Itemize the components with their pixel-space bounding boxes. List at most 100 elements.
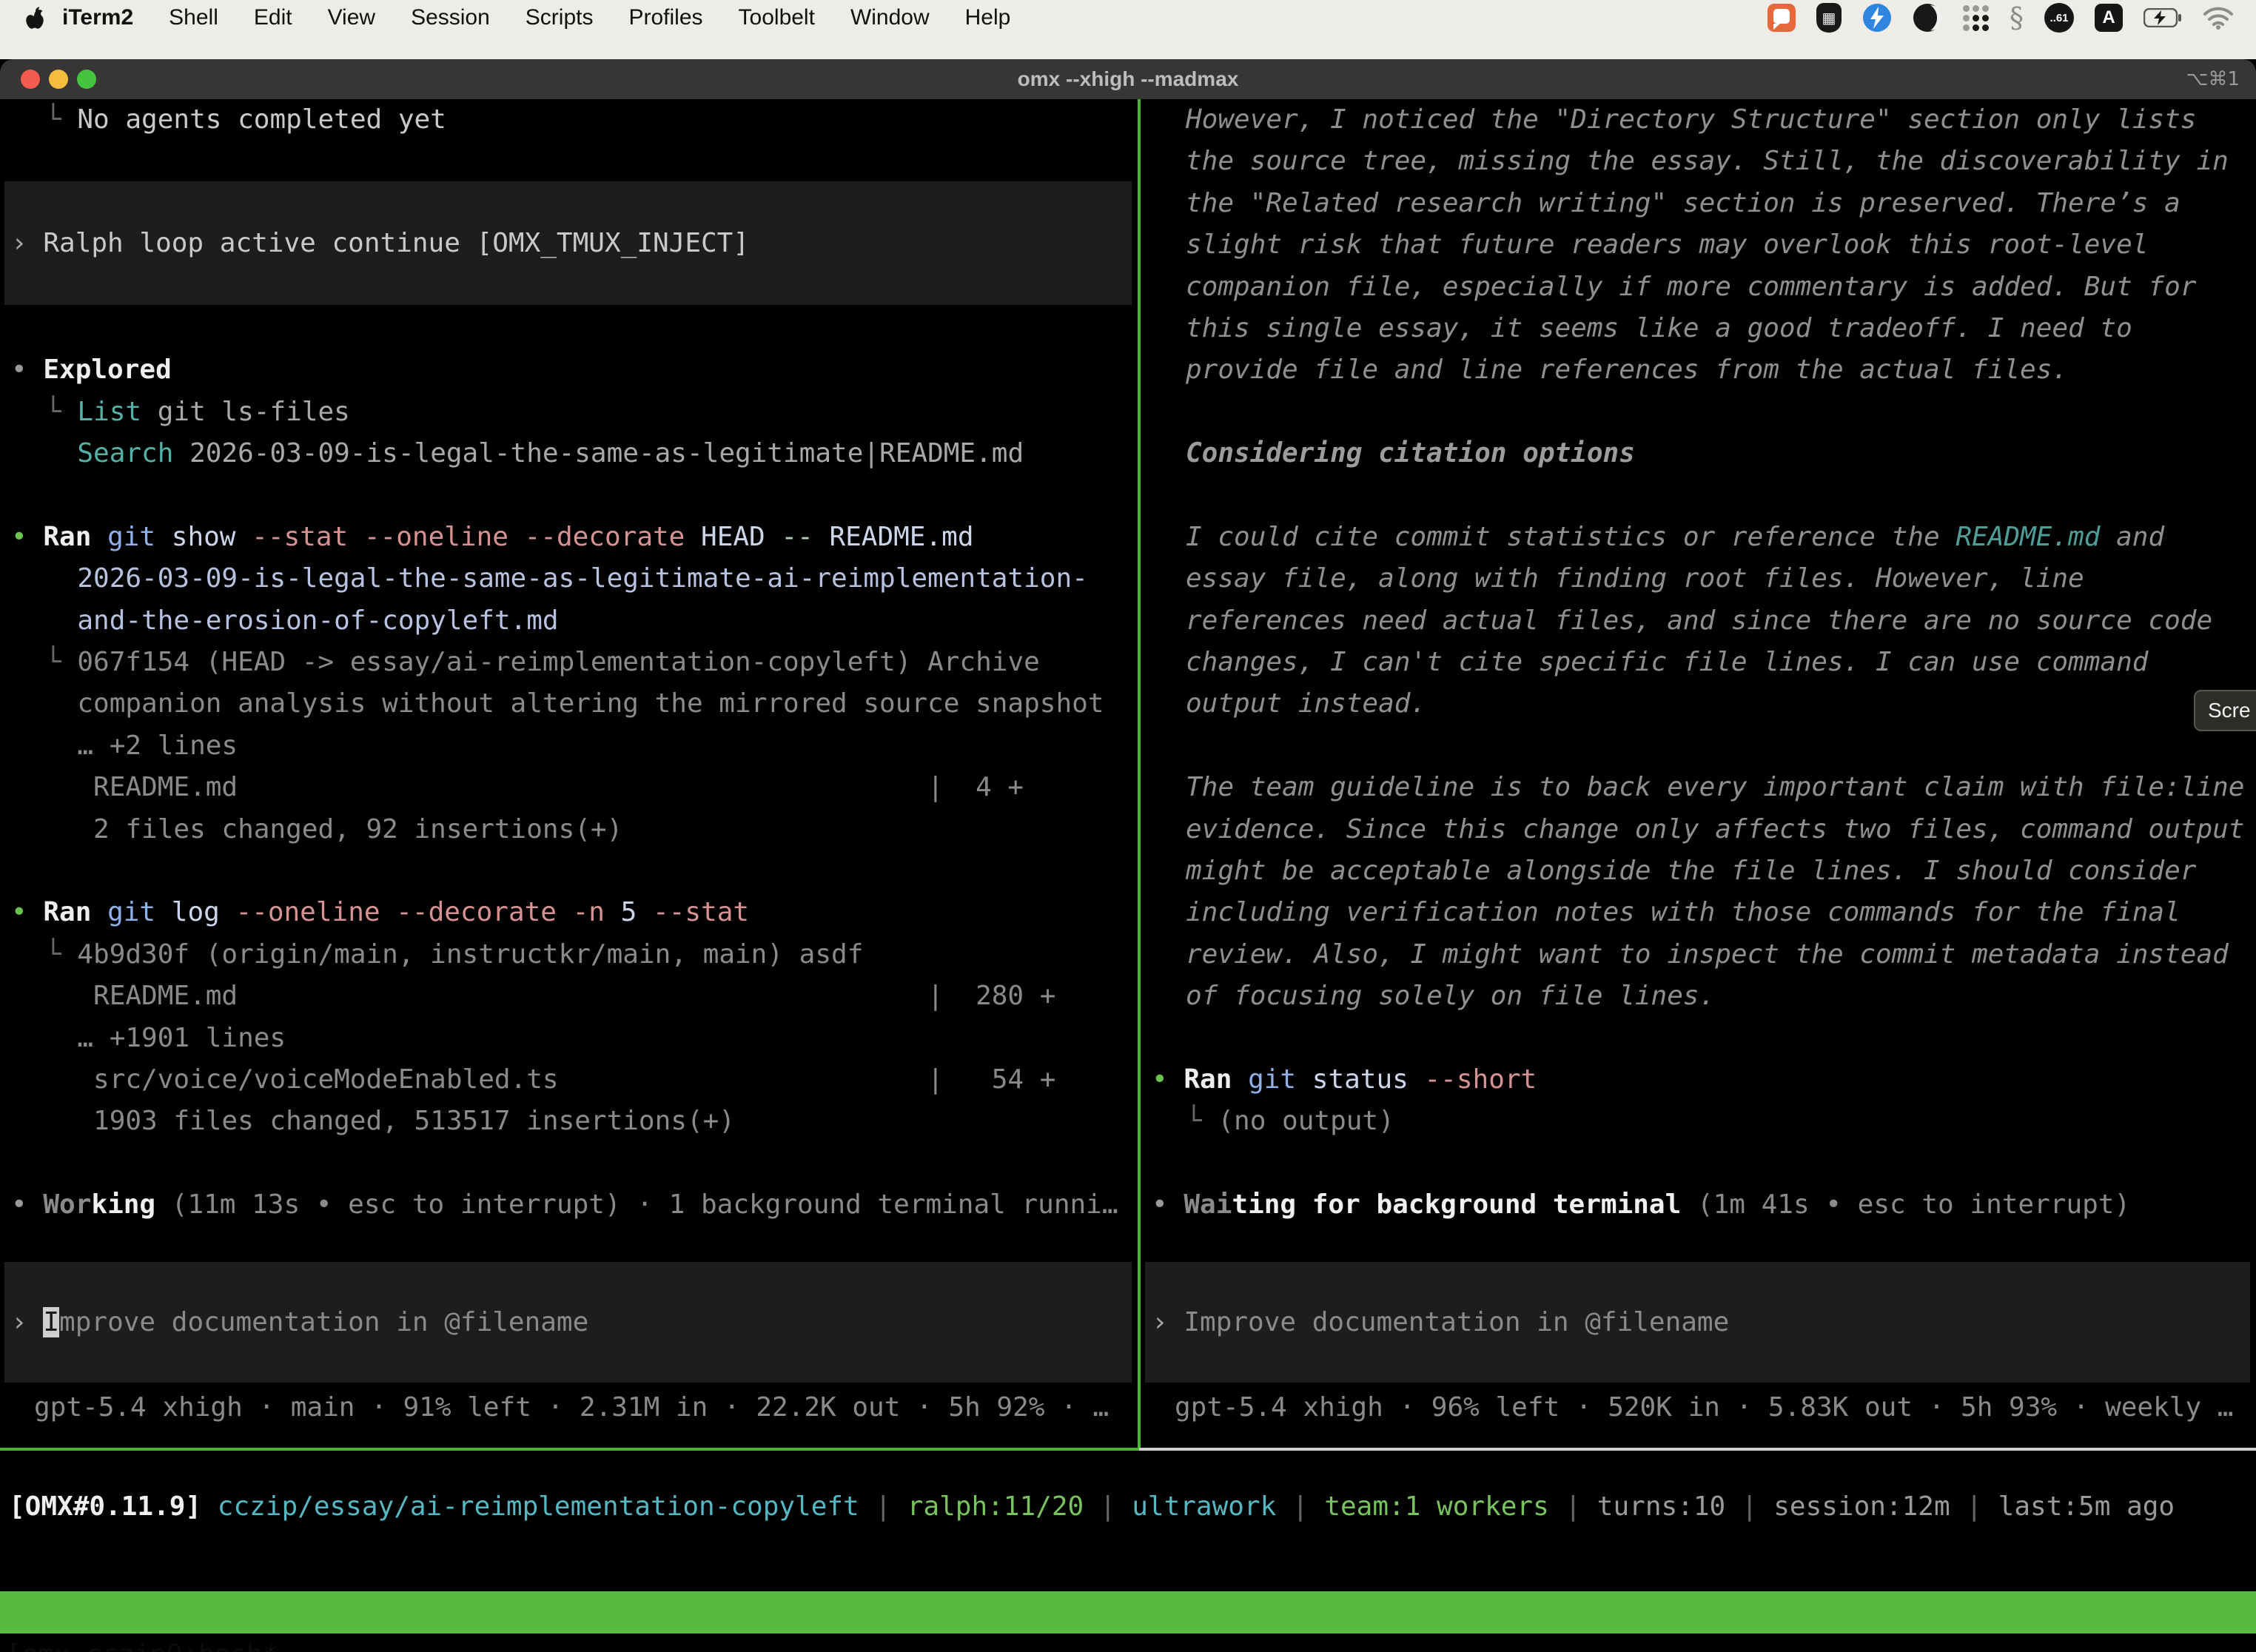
text-segment: team:1 workers: [1324, 1491, 1548, 1522]
commit-line: companion analysis without altering the …: [0, 683, 1138, 725]
ran-git-show-line: • Ran git show --stat --oneline --decora…: [0, 517, 1138, 558]
command-output-line: └ (no output): [1141, 1101, 2256, 1142]
text-segment: README.md: [1955, 522, 2100, 552]
moon-icon[interactable]: [1913, 3, 1942, 33]
text-segment: Search: [77, 438, 173, 469]
terminal-line: [0, 850, 1138, 892]
shield-icon[interactable]: ▦: [1816, 3, 1842, 33]
text-segment: README.md | 280 +: [45, 981, 1055, 1011]
thinking-line: this single essay, it seems like a good …: [1141, 308, 2256, 349]
squiggle-icon[interactable]: §: [2010, 1, 2024, 34]
text-segment: 2026-03-09-is-legal-the-same-as-legitima…: [45, 563, 1088, 594]
left-pane: └ No agents completed yet• Explored└ Lis…: [0, 99, 1138, 1451]
text-segment: [201, 1491, 218, 1522]
text-segment: including verification notes with those …: [1186, 897, 2181, 927]
agents-status-line: └ No agents completed yet: [0, 99, 1138, 141]
terminal-line: [0, 308, 1138, 349]
apple-menu-icon[interactable]: [25, 7, 44, 29]
app-grid-icon[interactable]: [1963, 5, 1989, 31]
badge-61-icon[interactable]: ..61: [2044, 3, 2074, 33]
ran-git-status-line: • Ran git status --short: [1141, 1059, 2256, 1101]
right-pane-bottom-border: [1139, 1448, 2256, 1451]
menu-item-help[interactable]: Help: [947, 5, 1029, 30]
menu-item-window[interactable]: Window: [833, 5, 947, 30]
text-segment: provide file and line references from th…: [1186, 355, 2068, 385]
text-segment: git: [107, 522, 155, 552]
text-segment: |: [1084, 1491, 1132, 1522]
window-titlebar: omx --xhigh --madmax ⌥⌘1: [0, 59, 2256, 99]
text-segment: cczip/essay/ai-reimplementation-copyleft: [218, 1491, 859, 1522]
text-segment: … +2 lines: [45, 731, 238, 761]
text-segment: ›: [11, 228, 43, 258]
text-segment: essay file, along with finding root file…: [1186, 563, 2084, 594]
text-segment: I could cite commit statistics or refere…: [1186, 522, 1955, 552]
battery-icon[interactable]: [2143, 8, 2182, 27]
diffstat-summary: 2 files changed, 92 insertions(+): [0, 809, 1138, 850]
bolt-icon[interactable]: [1862, 3, 1892, 33]
right-prompt-input[interactable]: › Improve documentation in @filename: [1145, 1262, 2250, 1383]
menu-item-session[interactable]: Session: [393, 5, 508, 30]
tmux-session-name[interactable]: [omx-cczip0:bash*: [6, 1633, 278, 1652]
thinking-line: I could cite commit statistics or refere…: [1141, 517, 2256, 558]
left-session-status: gpt-5.4 xhigh · main · 91% left · 2.31M …: [0, 1387, 1138, 1428]
text-segment: No agents completed yet: [77, 104, 446, 135]
menu-item-view[interactable]: View: [310, 5, 393, 30]
text-segment: Wor: [43, 1189, 91, 1220]
text-segment: README.md: [813, 522, 974, 552]
text-segment: The team guideline is to back every impo…: [1186, 772, 2244, 802]
thinking-line: However, I noticed the "Directory Struct…: [1141, 99, 2256, 141]
thinking-heading: Considering citation options: [1141, 433, 2256, 474]
menu-item-edit[interactable]: Edit: [236, 5, 310, 30]
text-segment: Ran: [43, 522, 91, 552]
thinking-line: output instead.: [1141, 683, 2256, 725]
screen-tooltip: Scre: [2194, 690, 2256, 731]
text-segment: •: [1152, 1189, 1184, 1220]
text-segment: [91, 897, 107, 927]
wifi-icon[interactable]: [2203, 6, 2234, 30]
text-segment: •: [1152, 1064, 1184, 1095]
text-segment: └: [45, 397, 77, 427]
explored-list-line: └ List git ls-files: [0, 392, 1138, 433]
thinking-line: The team guideline is to back every impo…: [1141, 767, 2256, 808]
menu-item-scripts[interactable]: Scripts: [508, 5, 611, 30]
text-segment: turns:10: [1597, 1491, 1725, 1522]
menu-item-iterm2[interactable]: iTerm2: [44, 5, 151, 30]
text-segment: Explored: [43, 355, 171, 385]
text-segment: mprove documentation in @filename: [59, 1307, 588, 1337]
text-segment: git ls-files: [141, 397, 350, 427]
terminal-line: [0, 141, 1138, 182]
text-segment: might be acceptable alongside the file l…: [1186, 856, 2196, 886]
text-segment: git: [1248, 1064, 1296, 1095]
terminal-line: [1141, 392, 2256, 433]
thinking-line: the "Related research writing" section i…: [1141, 183, 2256, 224]
input-source-icon[interactable]: A: [2095, 4, 2123, 32]
text-segment: the source tree, missing the essay. Stil…: [1186, 146, 2229, 176]
text-segment: --stat: [653, 897, 749, 927]
thinking-line: the source tree, missing the essay. Stil…: [1141, 141, 2256, 182]
right-pane-rows: However, I noticed the "Directory Struct…: [1141, 99, 2256, 1226]
text-segment: status: [1296, 1064, 1424, 1095]
text-segment: slight risk that future readers may over…: [1186, 229, 2148, 260]
inject-input[interactable]: › Ralph loop active continue [OMX_TMUX_I…: [4, 181, 1132, 305]
menu-item-toolbelt[interactable]: Toolbelt: [721, 5, 833, 30]
tmux-status-bar: [omx-cczip0:bash* "MacBook-Pro-44.local"…: [0, 1591, 2256, 1633]
text-segment: king: [91, 1189, 155, 1220]
menu-item-profiles[interactable]: Profiles: [611, 5, 720, 30]
text-segment: └: [45, 647, 77, 677]
text-segment: --oneline --decorate -n: [235, 897, 605, 927]
text-segment: last:5m ago: [1998, 1491, 2175, 1522]
menu-item-shell[interactable]: Shell: [151, 5, 236, 30]
chat-icon[interactable]: [1767, 4, 1796, 32]
text-segment: session:12m: [1773, 1491, 1950, 1522]
text-segment: 2 files changed, 92 insertions(+): [45, 814, 622, 845]
text-segment: Considering citation options: [1186, 438, 1635, 469]
text-segment: companion analysis without altering the …: [45, 688, 1104, 719]
text-segment: Ran: [43, 897, 91, 927]
left-prompt-input[interactable]: › Improve documentation in @filename: [4, 1262, 1132, 1383]
commit-line: └ 067f154 (HEAD -> essay/ai-reimplementa…: [0, 642, 1138, 683]
text-segment: 5: [605, 897, 653, 927]
thinking-line: slight risk that future readers may over…: [1141, 224, 2256, 266]
text-segment: [OMX#0.11.9]: [9, 1491, 201, 1522]
thinking-line: including verification notes with those …: [1141, 892, 2256, 933]
text-segment: … +1901 lines: [45, 1023, 286, 1053]
